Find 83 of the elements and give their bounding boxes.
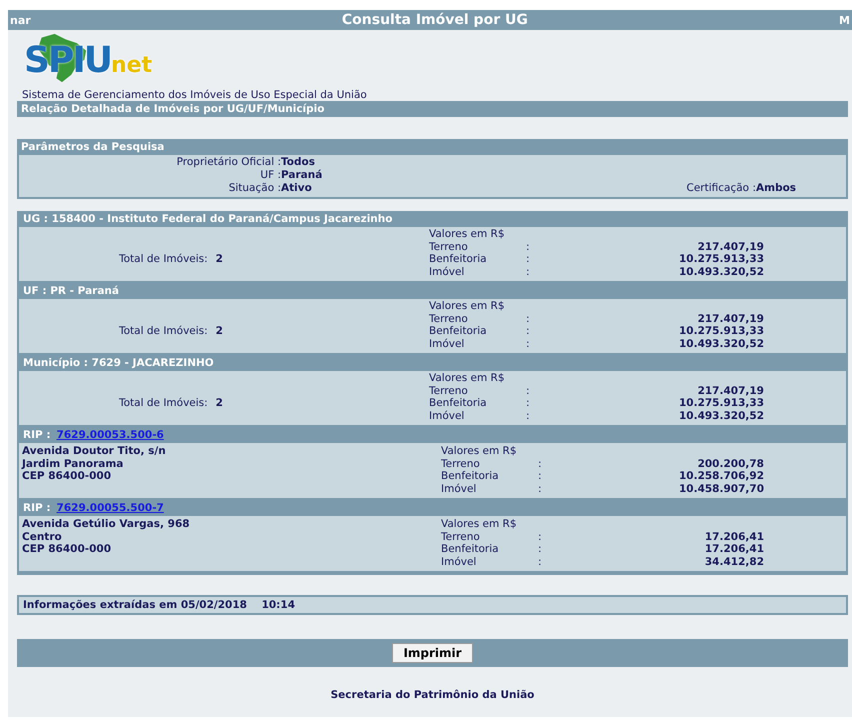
values-heading: Valores em R$ (441, 518, 518, 530)
value-label: Terreno (429, 384, 469, 397)
value-label: Imóvel (429, 410, 466, 422)
parameter-value: Todos (281, 156, 316, 169)
section-heading: Parâmetros da Pesquisa (17, 139, 848, 155)
separator: : (538, 530, 543, 543)
separator: : (526, 253, 531, 266)
parameter-value: Ativo (281, 182, 313, 195)
parameter-value: Paraná (281, 169, 324, 182)
rip-label: RIP : (23, 429, 51, 441)
value-label: Terreno (441, 458, 481, 470)
value-amount: 17.206,41 (704, 543, 764, 556)
separator: : (526, 266, 531, 278)
value-label: Imóvel (441, 482, 478, 495)
rip-label: RIP : (23, 502, 51, 514)
address-line: Avenida Getúlio Vargas, 968 (22, 518, 191, 530)
rip-link[interactable]: 7629.00053.500-6 (56, 429, 164, 441)
value-label: Benfeitoria (441, 470, 500, 482)
value-label: Benfeitoria (441, 543, 500, 556)
separator: : (538, 458, 543, 470)
value-label: Terreno (429, 312, 469, 325)
separator: : (526, 410, 531, 422)
values-heading: Valores em R$ (429, 228, 506, 240)
parameter-label: UF : (259, 169, 281, 182)
window-title: Consulta Imóvel por UG (342, 12, 528, 28)
address-line: Avenida Doutor Tito, s/n (22, 445, 167, 458)
value-amount: 10.458.907,70 (678, 482, 764, 495)
separator: : (538, 470, 543, 482)
address-line: Jardim Panorama (22, 458, 124, 470)
values-heading: Valores em R$ (429, 300, 506, 312)
value-label: Terreno (429, 240, 469, 253)
parameter-label: Certificação : (686, 182, 756, 195)
value-amount: 10.493.320,52 (678, 266, 764, 278)
total-count: Total de Imóveis: 2 (118, 397, 224, 410)
title-fragment: nar (10, 14, 31, 26)
group-heading: UG : 158400 - Instituto Federal do Paraná/Campus Jacarezinho (19, 211, 846, 227)
title-fragment: M (839, 14, 850, 26)
address-line: Centro (22, 530, 63, 543)
group-heading: Município : 7629 - JACAREZINHO (19, 355, 846, 371)
group-heading: UF : PR - Paraná (19, 283, 846, 299)
value-amount: 34.412,82 (704, 556, 764, 568)
report-heading: Relação Detalhada de Imóveis por UG/UF/Município (17, 101, 848, 117)
value-amount: 217.407,19 (696, 384, 764, 397)
separator: : (526, 384, 531, 397)
footer-text: Secretaria do Patrimônio da União (330, 689, 536, 701)
value-label: Benfeitoria (429, 253, 488, 266)
parameter-label: Proprietário Oficial : (176, 156, 281, 169)
value-label: Imóvel (429, 266, 466, 278)
value-amount: 10.275.913,33 (678, 397, 764, 410)
value-amount: 217.407,19 (696, 240, 764, 253)
separator: : (526, 325, 531, 338)
address-line: CEP 86400-000 (22, 543, 112, 556)
value-amount: 10.275.913,33 (678, 253, 764, 266)
value-amount: 17.206,41 (704, 530, 764, 543)
value-label: Benfeitoria (429, 325, 488, 338)
separator: : (526, 312, 531, 325)
values-heading: Valores em R$ (441, 445, 518, 458)
system-subtitle: Sistema de Gerenciamento dos Imóveis de Uso Especial da União (22, 89, 368, 101)
value-amount: 10.493.320,52 (678, 338, 764, 350)
values-heading: Valores em R$ (429, 372, 506, 384)
address-line: CEP 86400-000 (22, 470, 112, 482)
separator: : (526, 338, 531, 350)
value-label: Imóvel (429, 338, 466, 350)
parameter-label: Situação : (228, 182, 281, 195)
print-button[interactable]: Imprimir (392, 643, 473, 663)
total-count: Total de Imóveis: 2 (118, 325, 224, 338)
rip-link[interactable]: 7629.00055.500-7 (56, 502, 164, 514)
separator: : (538, 556, 543, 568)
separator: : (538, 543, 543, 556)
extraction-info: Informações extraídas em 05/02/2018 10:14 (17, 595, 848, 615)
separator: : (538, 482, 543, 495)
total-count: Total de Imóveis: 2 (118, 253, 224, 266)
value-label: Imóvel (441, 556, 478, 568)
parameter-value: Ambos (756, 182, 798, 195)
value-amount: 10.493.320,52 (678, 410, 764, 422)
separator: : (526, 240, 531, 253)
separator: : (526, 397, 531, 410)
value-amount: 200.200,78 (696, 458, 764, 470)
value-amount: 10.275.913,33 (678, 325, 764, 338)
value-label: Terreno (441, 530, 481, 543)
value-label: Benfeitoria (429, 397, 488, 410)
value-amount: 10.258.706,92 (678, 470, 764, 482)
value-amount: 217.407,19 (696, 312, 764, 325)
